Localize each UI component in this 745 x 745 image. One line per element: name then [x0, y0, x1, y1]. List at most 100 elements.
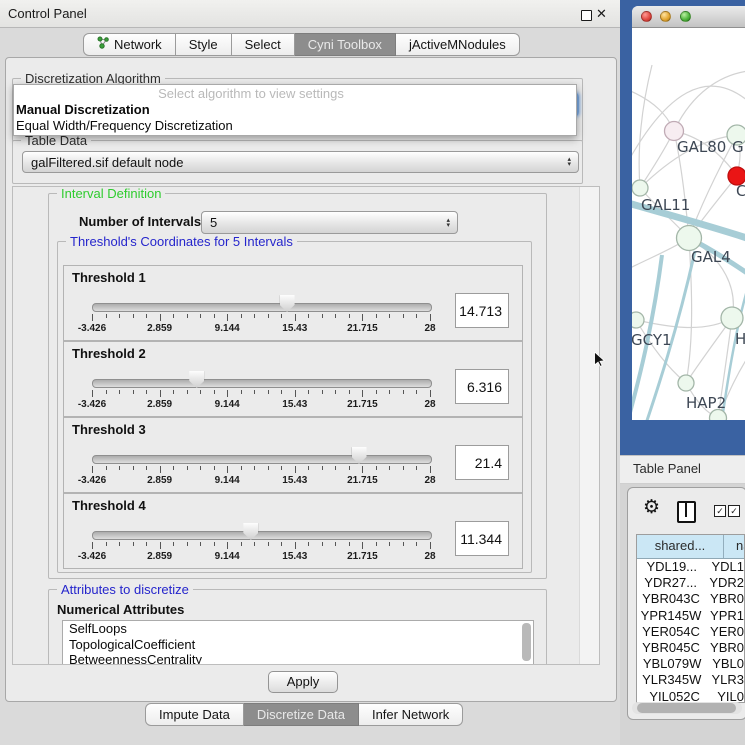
network-node-h[interactable]: [721, 307, 743, 329]
table-row[interactable]: YLR345WYLR3: [637, 672, 744, 688]
minimize-traffic-light-icon[interactable]: [660, 11, 671, 22]
table-row[interactable]: YDR27...YDR2: [637, 575, 744, 591]
top-tab-bar: Network StyleSelectCyni ToolboxjActiveMNo…: [83, 33, 520, 56]
tick-mark: [160, 390, 161, 397]
tick-mark: [376, 314, 377, 318]
network-node-hap2[interactable]: [678, 375, 694, 391]
table-cell: YDL19...: [637, 559, 706, 575]
table-cell: YIL0: [712, 689, 744, 704]
popup-item-manual-discretization[interactable]: Manual Discretization: [14, 102, 576, 118]
tick-mark: [349, 542, 350, 546]
gear-icon[interactable]: ⚙: [643, 496, 660, 519]
table-row[interactable]: YIL052CYIL0: [637, 689, 744, 704]
apply-button[interactable]: Apply: [268, 671, 338, 693]
group-title: Interval Definition: [57, 186, 165, 201]
threshold-slider-track[interactable]: [92, 303, 432, 312]
threshold-panel-1: Threshold 1-3.4262.8599.14415.4321.71528…: [63, 265, 523, 341]
tab-label: Network: [114, 34, 162, 55]
tab-network[interactable]: Network: [83, 33, 176, 56]
horizontal-scrollbar-thumb[interactable]: [637, 703, 736, 713]
checkbox-icon[interactable]: ✓: [728, 505, 740, 517]
tab-discretize-data[interactable]: Discretize Data: [244, 703, 359, 726]
tick-mark: [268, 466, 269, 470]
tick-mark: [227, 542, 228, 549]
tick-label: 21.715: [332, 323, 392, 334]
close-icon[interactable]: ✕: [596, 6, 607, 22]
table-row[interactable]: YDL19...YDL1: [637, 559, 744, 575]
column-header-shared[interactable]: shared...: [637, 535, 724, 558]
tab-impute-data[interactable]: Impute Data: [145, 703, 244, 726]
tick-mark: [335, 466, 336, 470]
scrollbar-track[interactable]: [579, 187, 599, 664]
tab-select[interactable]: Select: [232, 33, 295, 56]
tick-mark: [389, 314, 390, 318]
settings-scroll-area: Interval Definition Number of Intervals …: [12, 186, 600, 665]
tick-mark: [389, 466, 390, 470]
tick-label: 2.859: [130, 323, 190, 334]
tick-label: 9.144: [197, 399, 257, 410]
tick-mark: [430, 466, 431, 473]
tab-cyni-toolbox[interactable]: Cyni Toolbox: [295, 33, 396, 56]
popup-item-equal-width-frequency-discretization[interactable]: Equal Width/Frequency Discretization: [14, 118, 576, 134]
table-row[interactable]: YBR043CYBR0: [637, 591, 744, 607]
node-label: GAL80: [677, 138, 726, 156]
intervals-value: 5: [210, 215, 217, 230]
node-label: GAL4: [691, 248, 731, 266]
table-row[interactable]: YBL079WYBL0: [637, 656, 744, 672]
tick-mark: [335, 390, 336, 394]
table-row[interactable]: YPR145WYPR1: [637, 608, 744, 624]
tab-infer-network[interactable]: Infer Network: [359, 703, 463, 726]
number-of-intervals-combobox[interactable]: 5 ▴▾: [201, 211, 458, 234]
close-traffic-light-icon[interactable]: [641, 11, 652, 22]
table-row[interactable]: YER054CYER0: [637, 624, 744, 640]
zoom-traffic-light-icon[interactable]: [680, 11, 691, 22]
threshold-value-input[interactable]: 11.344: [455, 521, 509, 556]
numerical-attributes-list[interactable]: SelfLoopsTopologicalCoefficientBetweenne…: [62, 620, 534, 665]
tick-mark: [254, 390, 255, 394]
threshold-value-input[interactable]: 6.316: [455, 369, 509, 404]
tick-mark: [295, 542, 296, 549]
list-scrollbar-thumb[interactable]: [522, 623, 531, 661]
table-row[interactable]: YBR045CYBR0: [637, 640, 744, 656]
table-data-combobox[interactable]: galFiltered.sif default node ▴▾: [22, 151, 579, 173]
tick-mark: [241, 542, 242, 546]
tick-mark: [173, 466, 174, 470]
tick-mark: [254, 314, 255, 318]
tick-mark: [214, 466, 215, 470]
attribute-item-topologicalcoefficient[interactable]: TopologicalCoefficient: [63, 637, 533, 653]
tick-mark: [295, 314, 296, 321]
network-node-gal4[interactable]: [677, 226, 702, 251]
tick-mark: [349, 390, 350, 394]
tick-mark: [187, 466, 188, 470]
network-node-gcy1[interactable]: [632, 312, 644, 328]
network-node-gal11[interactable]: [632, 180, 648, 196]
threshold-slider-track[interactable]: [92, 455, 432, 464]
attribute-item-selfloops[interactable]: SelfLoops: [63, 621, 533, 637]
split-columns-icon[interactable]: [677, 501, 696, 523]
node-label: GAL11: [641, 196, 690, 214]
table-header-row: shared...na: [637, 535, 744, 559]
threshold-slider-track[interactable]: [92, 379, 432, 388]
tab-style[interactable]: Style: [176, 33, 232, 56]
tick-mark: [146, 390, 147, 394]
attribute-item-betweennesscentrality[interactable]: BetweennessCentrality: [63, 652, 533, 665]
slider-ticks: [92, 390, 430, 398]
table-cell: YBR0: [705, 640, 744, 656]
tick-mark: [335, 314, 336, 318]
threshold-slider-track[interactable]: [92, 531, 432, 540]
threshold-value-input[interactable]: 14.713: [455, 293, 509, 328]
tick-mark: [214, 542, 215, 546]
float-window-icon[interactable]: [581, 10, 592, 21]
column-header-na[interactable]: na: [724, 535, 744, 558]
tick-mark: [416, 314, 417, 318]
tick-label: 15.43: [265, 399, 325, 410]
horizontal-scrollbar-track[interactable]: [632, 702, 742, 714]
tick-mark: [403, 390, 404, 394]
tick-mark: [281, 542, 282, 546]
node-table: shared...na YDL19...YDL1YDR27...YDR2YBR0…: [636, 534, 745, 703]
node-label: G.: [732, 138, 745, 156]
checkbox-icon[interactable]: ✓: [714, 505, 726, 517]
network-canvas[interactable]: GAL80G.CGAL11GAL4GCY1HHAP2: [632, 27, 745, 420]
tab-jactivemnodules[interactable]: jActiveMNodules: [396, 33, 520, 56]
threshold-value-input[interactable]: 21.4: [455, 445, 509, 480]
